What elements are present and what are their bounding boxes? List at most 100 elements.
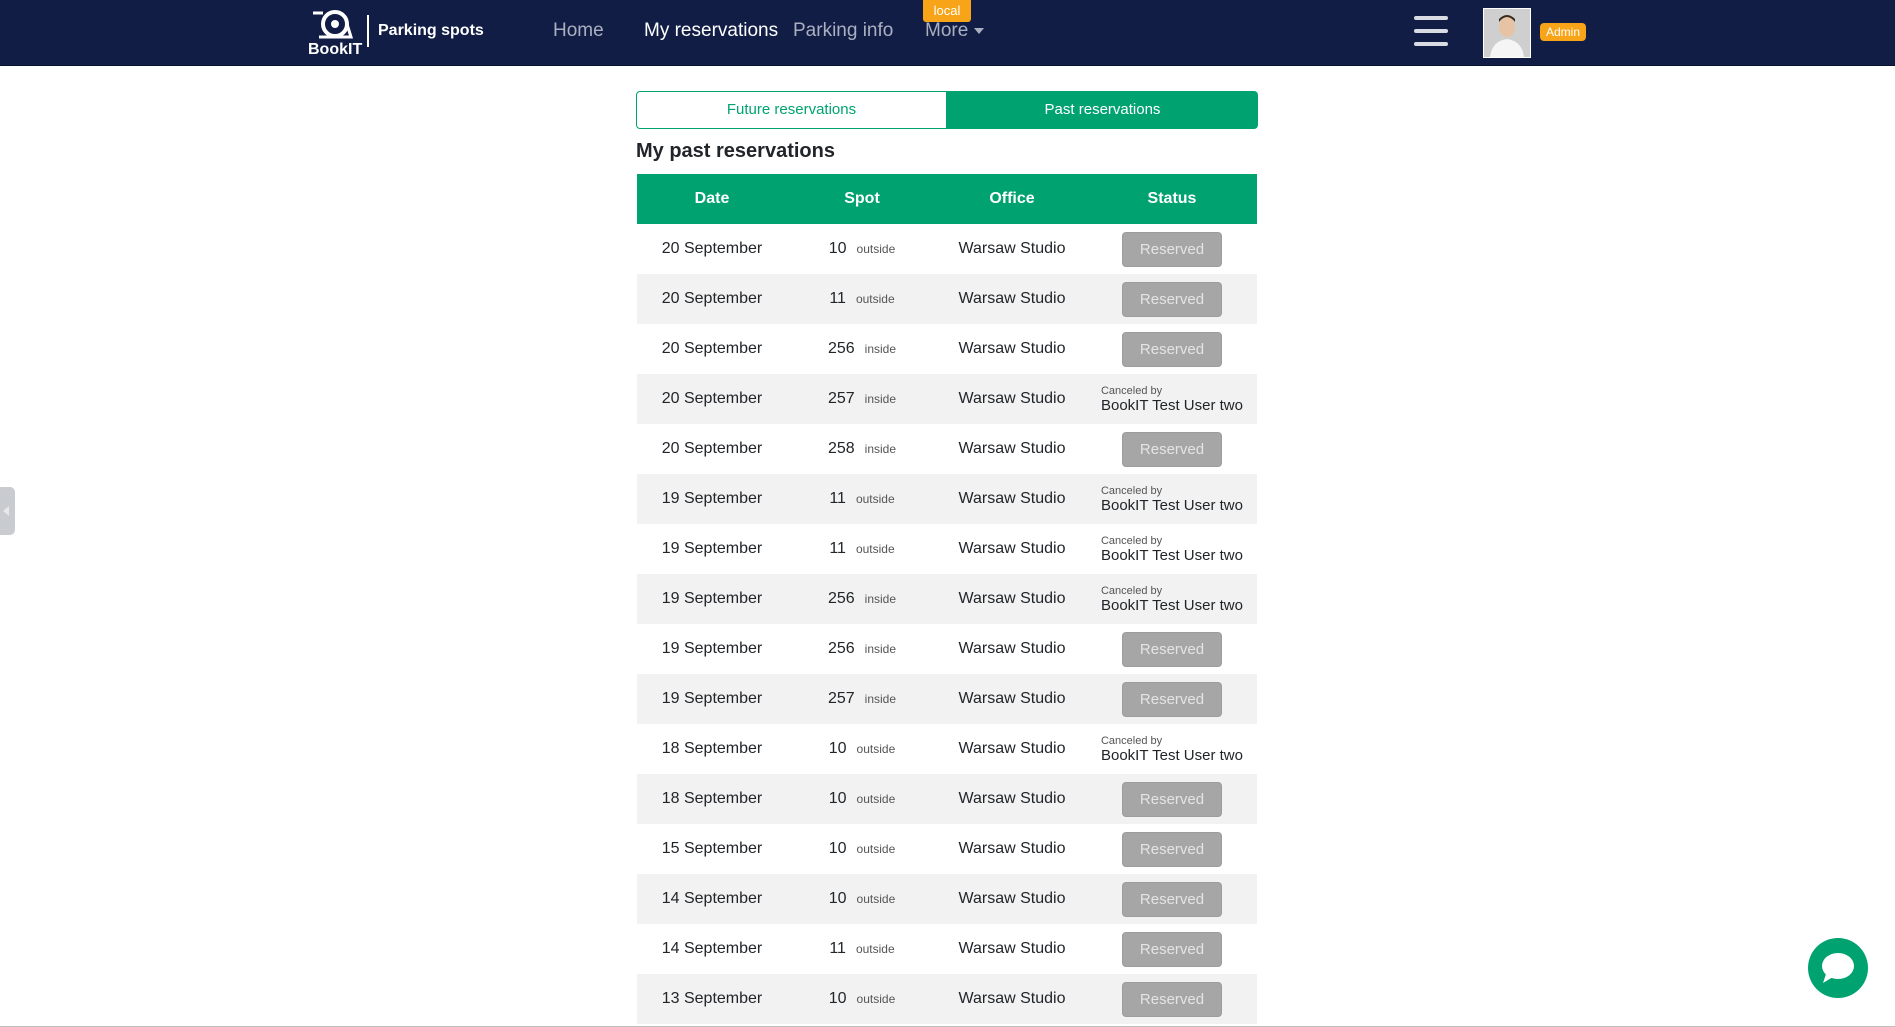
nav-link-home[interactable]: Home bbox=[553, 20, 604, 42]
table-row: 15 September 10 outside Warsaw Studio Re… bbox=[637, 824, 1257, 874]
tab-past-reservations[interactable]: Past reservations bbox=[947, 91, 1258, 129]
table-row: 18 September 10 outside Warsaw Studio Re… bbox=[637, 774, 1257, 824]
cell-office: Warsaw Studio bbox=[958, 990, 1066, 1007]
cell-date: 18 September bbox=[661, 790, 763, 807]
brand-divider bbox=[367, 15, 369, 47]
reserved-button[interactable]: Reserved bbox=[1122, 231, 1222, 267]
table-row: 20 September 10 outside Warsaw Studio Re… bbox=[637, 224, 1257, 274]
canceled-label: Canceled by bbox=[1100, 384, 1163, 397]
header-office: Office bbox=[989, 190, 1035, 207]
spot-location: outside bbox=[856, 742, 896, 756]
cell-office: Warsaw Studio bbox=[958, 790, 1066, 807]
avatar[interactable] bbox=[1483, 8, 1531, 58]
spot-number: 257 bbox=[827, 690, 855, 707]
spot-number: 258 bbox=[827, 440, 855, 457]
more-label: More bbox=[925, 20, 969, 41]
reserved-button[interactable]: Reserved bbox=[1122, 781, 1222, 817]
spot-location: inside bbox=[864, 642, 897, 656]
page-title: My past reservations bbox=[636, 140, 835, 162]
spot-number: 10 bbox=[828, 790, 847, 807]
cell-spot: 10 outside bbox=[787, 990, 937, 1008]
chat-button[interactable] bbox=[1808, 938, 1868, 998]
cell-spot: 256 inside bbox=[787, 340, 937, 358]
cell-office: Warsaw Studio bbox=[958, 440, 1066, 457]
cell-office: Warsaw Studio bbox=[958, 540, 1066, 557]
reserved-button[interactable]: Reserved bbox=[1122, 631, 1222, 667]
cell-date: 20 September bbox=[661, 290, 763, 307]
cell-office: Warsaw Studio bbox=[958, 840, 1066, 857]
cell-status: Reserved bbox=[1087, 331, 1257, 367]
table-row: 20 September 256 inside Warsaw Studio Re… bbox=[637, 324, 1257, 374]
table-row: 13 September 10 outside Warsaw Studio Re… bbox=[637, 974, 1257, 1024]
collapse-arrow-icon[interactable] bbox=[0, 487, 15, 535]
bookit-logo[interactable]: BookIT bbox=[305, 5, 363, 61]
canceled-info: Canceled by BookIT Test User two bbox=[1101, 485, 1243, 514]
spot-number: 11 bbox=[829, 290, 846, 307]
cell-status: Reserved bbox=[1087, 981, 1257, 1017]
canceled-info: Canceled by BookIT Test User two bbox=[1101, 385, 1243, 414]
cell-status: Reserved bbox=[1087, 831, 1257, 867]
table-row: 19 September 256 inside Warsaw Studio Re… bbox=[637, 624, 1257, 674]
table-row: 19 September 256 inside Warsaw Studio Ca… bbox=[637, 574, 1257, 624]
spot-location: outside bbox=[855, 292, 895, 306]
cell-office: Warsaw Studio bbox=[958, 390, 1066, 407]
nav-link-parking-info[interactable]: Parking info bbox=[793, 20, 893, 42]
spot-location: outside bbox=[856, 792, 896, 806]
spot-number: 10 bbox=[828, 240, 847, 257]
reserved-button[interactable]: Reserved bbox=[1122, 681, 1222, 717]
reserved-button[interactable]: Reserved bbox=[1122, 981, 1222, 1017]
cell-spot: 10 outside bbox=[787, 740, 937, 758]
canceled-by-name: BookIT Test User two bbox=[1100, 546, 1243, 564]
cell-office: Warsaw Studio bbox=[958, 940, 1066, 957]
cell-office: Warsaw Studio bbox=[958, 290, 1066, 307]
cell-status: Canceled by BookIT Test User two bbox=[1087, 535, 1257, 564]
cell-office: Warsaw Studio bbox=[958, 740, 1066, 757]
spot-location: inside bbox=[864, 392, 897, 406]
nav-link-my-reservations[interactable]: My reservations bbox=[644, 20, 778, 42]
cell-status: Reserved bbox=[1087, 631, 1257, 667]
cell-date: 19 September bbox=[661, 640, 763, 657]
reservation-tabs: Future reservations Past reservations bbox=[636, 91, 1258, 129]
cell-spot: 11 outside bbox=[787, 540, 937, 558]
chevron-down-icon bbox=[974, 27, 985, 34]
tab-future-reservations[interactable]: Future reservations bbox=[636, 91, 947, 129]
cell-office: Warsaw Studio bbox=[958, 690, 1066, 707]
user-avatar-icon bbox=[1484, 9, 1530, 57]
table-row: 19 September 11 outside Warsaw Studio Ca… bbox=[637, 524, 1257, 574]
reserved-button[interactable]: Reserved bbox=[1122, 281, 1222, 317]
spot-location: outside bbox=[855, 542, 895, 556]
cell-status: Reserved bbox=[1087, 431, 1257, 467]
table-row: 18 September 10 outside Warsaw Studio Ca… bbox=[637, 724, 1257, 774]
canceled-by-name: BookIT Test User two bbox=[1100, 396, 1243, 414]
spot-number: 10 bbox=[828, 990, 847, 1007]
cell-spot: 10 outside bbox=[787, 890, 937, 908]
reserved-button[interactable]: Reserved bbox=[1122, 431, 1222, 467]
cell-spot: 10 outside bbox=[787, 790, 937, 808]
logo-text: BookIT bbox=[308, 41, 363, 58]
header-spot: Spot bbox=[844, 190, 880, 207]
reserved-button[interactable]: Reserved bbox=[1122, 931, 1222, 967]
cell-status: Reserved bbox=[1087, 781, 1257, 817]
canceled-label: Canceled by bbox=[1100, 584, 1163, 597]
cell-spot: 256 inside bbox=[787, 590, 937, 608]
cell-spot: 258 inside bbox=[787, 440, 937, 458]
cell-status: Reserved bbox=[1087, 681, 1257, 717]
cell-status: Reserved bbox=[1087, 881, 1257, 917]
cell-office: Warsaw Studio bbox=[958, 240, 1066, 257]
spot-number: 256 bbox=[827, 590, 855, 607]
spot-location: inside bbox=[864, 592, 897, 606]
reserved-button[interactable]: Reserved bbox=[1122, 831, 1222, 867]
spot-location: outside bbox=[856, 842, 896, 856]
table-body: 20 September 10 outside Warsaw Studio Re… bbox=[637, 224, 1257, 1024]
nav-dropdown-more[interactable]: More bbox=[925, 20, 985, 42]
reserved-button[interactable]: Reserved bbox=[1122, 331, 1222, 367]
canceled-label: Canceled by bbox=[1100, 484, 1163, 497]
cell-date: 13 September bbox=[661, 990, 763, 1007]
hamburger-menu-icon[interactable] bbox=[1414, 16, 1448, 46]
cell-date: 14 September bbox=[661, 890, 763, 907]
reserved-button[interactable]: Reserved bbox=[1122, 881, 1222, 917]
table-row: 19 September 257 inside Warsaw Studio Re… bbox=[637, 674, 1257, 724]
table-row: 14 September 11 outside Warsaw Studio Re… bbox=[637, 924, 1257, 974]
cell-date: 19 September bbox=[661, 540, 763, 557]
table-row: 19 September 11 outside Warsaw Studio Ca… bbox=[637, 474, 1257, 524]
